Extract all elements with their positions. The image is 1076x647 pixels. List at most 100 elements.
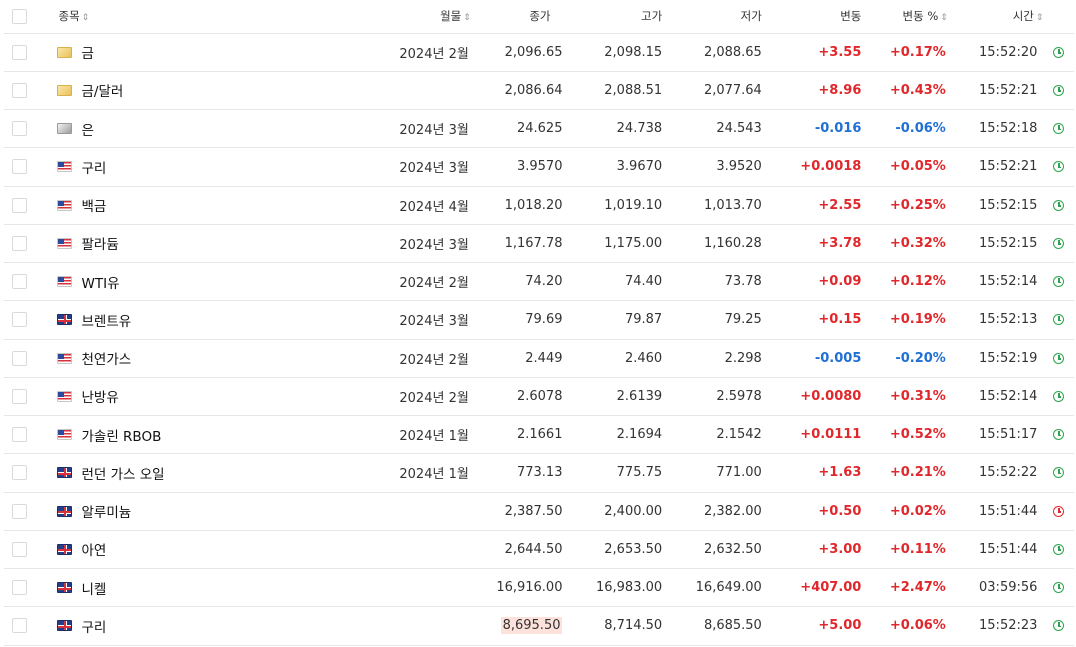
header-month[interactable]: 월물 ⇕ bbox=[344, 0, 471, 33]
row-checkbox-cell[interactable] bbox=[4, 148, 35, 186]
row-checkbox-cell[interactable] bbox=[4, 607, 35, 645]
row-checkbox[interactable] bbox=[11, 235, 27, 251]
table-row[interactable]: 알루미늄 2,387.50 2,400.00 2,382.00 +0.50 +0.02% 1… bbox=[4, 492, 1074, 530]
instrument-cell[interactable]: 백금 bbox=[35, 186, 344, 224]
row-checkbox-cell[interactable] bbox=[4, 492, 35, 530]
instrument-name-link[interactable]: 난방유 bbox=[82, 390, 119, 406]
header-time[interactable]: 시간 ⇕ bbox=[948, 0, 1044, 33]
row-checkbox[interactable] bbox=[11, 350, 27, 366]
row-checkbox[interactable] bbox=[11, 312, 27, 328]
row-checkbox[interactable] bbox=[11, 503, 27, 519]
table-row[interactable]: 런던 가스 오일 2024년 1월 773.13 775.75 771.00 +1.63 +… bbox=[4, 453, 1074, 492]
instrument-cell[interactable]: 니켈 bbox=[35, 569, 344, 607]
sort-icon[interactable]: ⇕ bbox=[82, 13, 90, 23]
instrument-name-link[interactable]: 브렌트유 bbox=[82, 314, 132, 330]
table-row[interactable]: 니켈 16,916.00 16,983.00 16,649.00 +407.00 +2.4… bbox=[4, 568, 1074, 607]
row-checkbox-cell[interactable] bbox=[4, 530, 35, 568]
instrument-cell[interactable]: 브렌트유 bbox=[35, 301, 344, 339]
select-all-cell[interactable] bbox=[4, 0, 35, 33]
instrument-cell[interactable]: 런던 가스 오일 bbox=[35, 454, 344, 492]
row-checkbox-cell[interactable] bbox=[4, 110, 35, 148]
table-row[interactable]: 팔라듐 2024년 3월 1,167.78 1,175.00 1,160.28 +3.78… bbox=[4, 224, 1074, 262]
row-checkbox[interactable] bbox=[11, 580, 27, 596]
row-checkbox-cell[interactable] bbox=[4, 377, 35, 415]
table-row[interactable]: 가솔린 RBOB 2024년 1월 2.1661 2.1694 2.1542 +0.011… bbox=[4, 415, 1074, 454]
row-checkbox[interactable] bbox=[11, 121, 27, 137]
table-row[interactable]: 난방유 2024년 2월 2.6078 2.6139 2.5978 +0.0080 +0.3… bbox=[4, 377, 1074, 415]
table-row[interactable]: 브렌트유 2024년 3월 79.69 79.87 79.25 +0.15 +0.19% 15… bbox=[4, 300, 1074, 339]
table-row[interactable]: 천연가스 2024년 2월 2.449 2.460 2.298 -0.005 -0.20% 1… bbox=[4, 339, 1074, 377]
row-checkbox-cell[interactable] bbox=[4, 301, 35, 339]
row-checkbox[interactable] bbox=[11, 465, 27, 481]
clock-cell bbox=[1043, 148, 1074, 186]
table-row[interactable]: 구리 8,695.50 8,714.50 8,685.50 +5.00 +0.06% 15:… bbox=[4, 606, 1074, 645]
clock-icon bbox=[1053, 543, 1065, 555]
row-checkbox-cell[interactable] bbox=[4, 339, 35, 377]
instrument-name-link[interactable]: 금 bbox=[82, 46, 94, 62]
sort-icon[interactable]: ⇕ bbox=[940, 13, 948, 23]
table-row[interactable]: 아연 2,644.50 2,653.50 2,632.50 +3.00 +0.11% 15:… bbox=[4, 530, 1074, 568]
instrument-name-link[interactable]: 구리 bbox=[82, 161, 107, 177]
instrument-cell[interactable]: 구리 bbox=[35, 148, 344, 186]
row-checkbox-cell[interactable] bbox=[4, 454, 35, 492]
instrument-cell[interactable]: 팔라듐 bbox=[35, 224, 344, 262]
us-flag-icon bbox=[56, 390, 72, 402]
row-checkbox[interactable] bbox=[11, 197, 27, 213]
instrument-cell[interactable]: WTI유 bbox=[35, 263, 344, 301]
table-row[interactable]: 은 2024년 3월 24.625 24.738 24.543 -0.016 -0.06% 1… bbox=[4, 109, 1074, 148]
table-row[interactable]: 백금 2024년 4월 1,018.20 1,019.10 1,013.70 +2.55 +… bbox=[4, 186, 1074, 224]
high-price: 775.75 bbox=[616, 465, 663, 481]
select-all-checkbox[interactable] bbox=[11, 8, 27, 24]
sort-icon[interactable]: ⇕ bbox=[463, 13, 471, 23]
clock-cell bbox=[1043, 454, 1074, 492]
row-checkbox[interactable] bbox=[11, 159, 27, 175]
instrument-cell[interactable]: 금/달러 bbox=[35, 71, 344, 109]
instrument-cell[interactable]: 난방유 bbox=[35, 377, 344, 415]
row-checkbox[interactable] bbox=[11, 274, 27, 290]
instrument-name-link[interactable]: 아연 bbox=[82, 543, 107, 559]
table-row[interactable]: 금/달러 2,086.64 2,088.51 2,077.64 +8.96 +0.43% 1… bbox=[4, 71, 1074, 109]
row-checkbox-cell[interactable] bbox=[4, 33, 35, 71]
row-checkbox[interactable] bbox=[11, 618, 27, 634]
instrument-cell[interactable]: 금 bbox=[35, 33, 344, 71]
instrument-name-link[interactable]: 팔라듐 bbox=[82, 237, 119, 253]
instrument-cell[interactable]: 아연 bbox=[35, 530, 344, 568]
row-checkbox-cell[interactable] bbox=[4, 263, 35, 301]
row-checkbox-cell[interactable] bbox=[4, 416, 35, 454]
row-checkbox-cell[interactable] bbox=[4, 186, 35, 224]
table-row[interactable]: WTI유 2024년 2월 74.20 74.40 73.78 +0.09 +0.12% 15… bbox=[4, 262, 1074, 301]
header-name[interactable]: 종목 ⇕ bbox=[35, 0, 344, 33]
table-row[interactable]: 금 2024년 2월 2,096.65 2,098.15 2,088.65 +3.55 +0… bbox=[4, 33, 1074, 71]
instrument-cell[interactable]: 가솔린 RBOB bbox=[35, 416, 344, 454]
instrument-name-link[interactable]: 은 bbox=[82, 123, 94, 139]
row-checkbox[interactable] bbox=[11, 388, 27, 404]
instrument-name-link[interactable]: 금/달러 bbox=[82, 84, 124, 100]
instrument-name-link[interactable]: 가솔린 RBOB bbox=[82, 429, 162, 445]
row-checkbox-cell[interactable] bbox=[4, 71, 35, 109]
instrument-cell[interactable]: 천연가스 bbox=[35, 339, 344, 377]
table-row[interactable]: 구리 2024년 3월 3.9570 3.9670 3.9520 +0.0018 +0.05… bbox=[4, 147, 1074, 186]
instrument-cell[interactable]: 은 bbox=[35, 110, 344, 148]
row-checkbox[interactable] bbox=[11, 541, 27, 557]
clock-cell bbox=[1043, 530, 1074, 568]
instrument-name-link[interactable]: 런던 가스 오일 bbox=[82, 467, 165, 483]
instrument-cell[interactable]: 구리 bbox=[35, 607, 344, 645]
instrument-name-link[interactable]: 니켈 bbox=[82, 582, 107, 598]
instrument-name-link[interactable]: 천연가스 bbox=[82, 352, 132, 368]
row-checkbox[interactable] bbox=[11, 427, 27, 443]
row-checkbox[interactable] bbox=[11, 82, 27, 98]
row-checkbox-cell[interactable] bbox=[4, 569, 35, 607]
row-checkbox-cell[interactable] bbox=[4, 224, 35, 262]
instrument-name-link[interactable]: WTI유 bbox=[82, 276, 120, 292]
contract-month: 2024년 2월 bbox=[399, 352, 469, 368]
clock-icon bbox=[1053, 505, 1065, 517]
sort-icon[interactable]: ⇕ bbox=[1036, 13, 1044, 23]
row-checkbox[interactable] bbox=[11, 44, 27, 60]
close-price-value: 74.20 bbox=[525, 274, 563, 290]
instrument-name-link[interactable]: 구리 bbox=[82, 620, 107, 636]
header-change-pct[interactable]: 변동 % ⇕ bbox=[861, 0, 948, 33]
instrument-name-link[interactable]: 알루미늄 bbox=[82, 505, 132, 521]
clock-icon bbox=[1053, 429, 1065, 441]
instrument-cell[interactable]: 알루미늄 bbox=[35, 492, 344, 530]
instrument-name-link[interactable]: 백금 bbox=[82, 199, 107, 215]
